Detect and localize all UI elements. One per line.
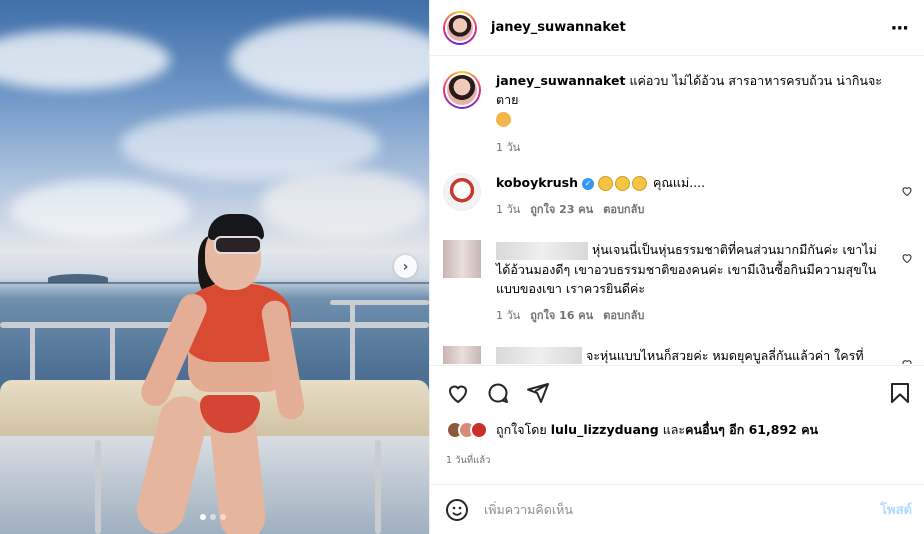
caption-meta: 1 วัน [496,138,884,156]
likes-conjunction: และ [662,422,686,437]
reply-button[interactable]: ตอบกลับ [603,306,644,324]
carousel-dot [200,514,206,520]
action-bar [430,365,924,421]
caption-time: 1 วัน [496,141,521,154]
liker-username[interactable]: lulu_lizzyduang [551,422,659,437]
comment-input[interactable]: เพิ่มความคิดเห็น [484,500,880,520]
avatar[interactable] [443,345,481,364]
comment-likes[interactable]: ถูกใจ 23 คน [530,200,593,218]
blurred-username [496,241,588,260]
avatar[interactable] [443,10,477,45]
carousel-dot [220,514,226,520]
flushed-emoji-icon [631,176,647,191]
cloud [260,170,429,240]
post-button[interactable]: โพสต์ [880,499,912,520]
likes-summary[interactable]: ถูกใจโดย lulu_lizzyduang และคนอื่นๆ อีก … [446,420,818,440]
verified-badge-icon: ✓ [581,177,594,190]
more-horizontal-icon[interactable]: ··· [890,18,908,39]
avatar[interactable] [443,240,481,278]
avatar[interactable] [443,71,481,109]
likes-others[interactable]: คนอื่นๆ อีก 61,892 คน [685,422,818,437]
flushed-emoji-icon [614,176,630,191]
carousel-dots [200,514,226,520]
bookmark-icon[interactable] [888,381,912,405]
comment-likes[interactable]: ถูกใจ 16 คน [530,306,593,324]
post-photo[interactable]: › [0,0,429,534]
comment-body: คุณแม่.... [652,175,706,190]
emoji-icon [496,112,511,127]
caption-text: janey_suwannaket แค่อวบ ไม่ได้อ้วน สารอาห… [496,71,884,128]
comment-icon[interactable] [486,381,510,405]
comment-time: 1 วัน [496,308,521,322]
heart-icon[interactable] [901,252,913,264]
carousel-dot [210,514,216,520]
comment-text: หุ่นเจนนี่เป็นหุ่นธรรมชาติที่คนส่วนมากมี… [496,240,884,298]
send-icon[interactable] [526,381,550,405]
heart-icon[interactable] [901,185,913,197]
chevron-right-icon[interactable]: › [394,255,417,278]
caption: janey_suwannaket แค่อวบ ไม่ได้อ้วน สารอาห… [430,71,924,156]
comment-list[interactable]: janey_suwannaket แค่อวบ ไม่ได้อ้วน สารอาห… [430,57,924,364]
comment-time: 1 วัน [496,203,521,216]
comment-username[interactable]: koboykrush [496,175,578,190]
likes-prefix: ถูกใจโดย [496,422,547,437]
author-username[interactable]: janey_suwannaket [491,20,626,35]
comment-text: koboykrush ✓ คุณแม่.... [496,173,884,192]
boat-rail-post [95,440,101,534]
boat-rail-post [375,440,381,534]
boat-rail-post [350,300,355,390]
comment-item: หุ่นเจนนี่เป็นหุ่นธรรมชาติที่คนส่วนมากมี… [430,240,924,324]
likes-text: ถูกใจโดย lulu_lizzyduang และคนอื่นๆ อีก … [496,420,818,440]
comment-item: koboykrush ✓ คุณแม่.... 1 วัน ถูกใจ 23 คน… [430,173,924,218]
blurred-username [496,347,582,364]
post-date: 1 วันที่แล้ว [446,455,491,466]
smile-icon[interactable] [445,498,469,522]
cloud [0,30,170,90]
post-header: janey_suwannaket ··· [430,0,924,56]
heart-icon[interactable] [446,381,470,405]
caption-username[interactable]: janey_suwannaket [496,73,625,88]
cloud [10,180,190,240]
comment-item: จะหุ่นแบบไหนก็สวยค่ะ หมดยุคบูลลี่กันแล้ว… [430,345,924,365]
reply-button[interactable]: ตอบกลับ [603,200,644,218]
boat-rail [330,300,429,305]
cloud [230,20,429,100]
comment-form: เพิ่มความคิดเห็น โพสต์ [430,484,924,534]
avatar[interactable] [443,173,481,211]
sunglasses [214,236,262,254]
comment-meta: 1 วัน ถูกใจ 23 คน ตอบกลับ [496,200,884,218]
heart-icon[interactable] [901,358,913,365]
avatar [470,421,488,439]
comment-meta: 1 วัน ถูกใจ 16 คน ตอบกลับ [496,306,884,324]
comment-text: จะหุ่นแบบไหนก็สวยค่ะ หมดยุคบูลลี่กันแล้ว… [496,346,884,364]
flushed-emoji-icon [597,176,613,191]
post-detail-panel: janey_suwannaket ··· janey_suwannaket แค่… [429,0,924,534]
